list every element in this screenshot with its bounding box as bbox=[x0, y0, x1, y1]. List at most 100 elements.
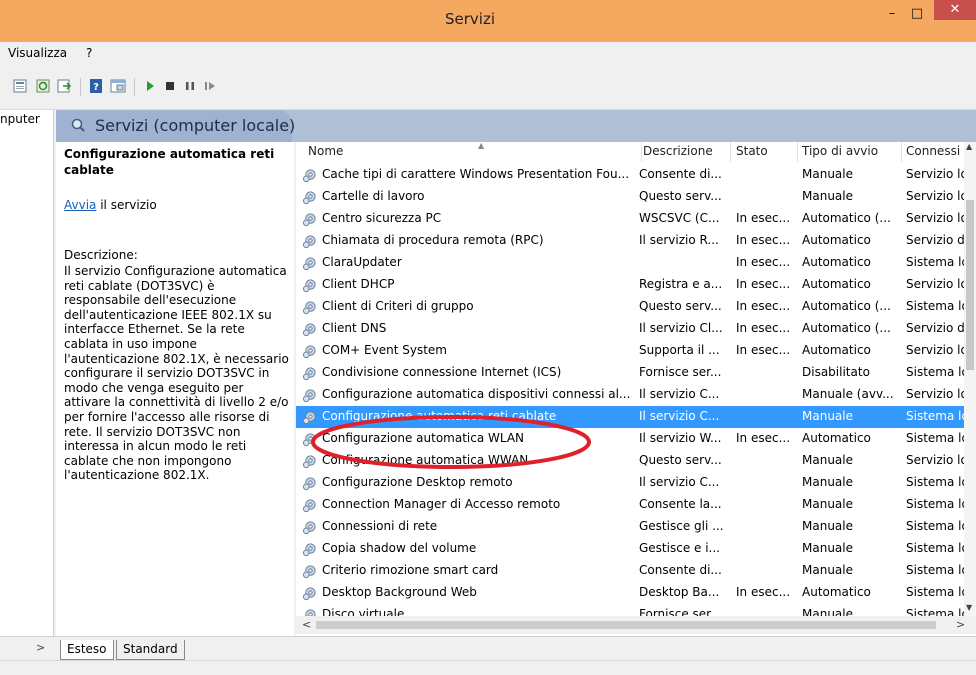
toolbar-separator bbox=[80, 78, 81, 96]
toolbar-separator bbox=[134, 78, 135, 96]
scroll-right-icon[interactable]: > bbox=[956, 618, 965, 631]
close-button[interactable]: ✕ bbox=[934, 0, 976, 20]
description-label: Descrizione: bbox=[64, 248, 138, 262]
service-name: Configurazione automatica WLAN bbox=[322, 431, 525, 445]
column-header-status[interactable]: Stato bbox=[732, 142, 798, 162]
service-description-cell: Questo serv... bbox=[639, 189, 722, 203]
tab-standard[interactable]: Standard bbox=[116, 640, 185, 660]
service-name: Cartelle di lavoro bbox=[322, 189, 425, 203]
menu-help[interactable]: ? bbox=[86, 46, 92, 60]
table-row[interactable]: Configurazione automatica WLAN Il servizi… bbox=[296, 428, 969, 450]
minimize-button[interactable]: – bbox=[880, 4, 904, 24]
service-name: Cache tipi di carattere Windows Presenta… bbox=[322, 167, 630, 181]
service-startup-type: Automatico (... bbox=[802, 211, 891, 225]
table-row[interactable]: Configurazione Desktop remoto Il servizio… bbox=[296, 472, 969, 494]
sort-ascending-icon: ▲ bbox=[478, 141, 485, 150]
service-log-on-as: Servizio lo bbox=[906, 167, 968, 181]
services-table: ▲ Nome Descrizione Stato Tipo di avvio C… bbox=[296, 141, 976, 636]
table-row[interactable]: Client DNS Il servizio Cl... In esec... Aut… bbox=[296, 318, 966, 340]
start-service-icon[interactable] bbox=[142, 78, 158, 94]
console-tree-item[interactable]: nputer bbox=[0, 112, 40, 126]
table-row[interactable]: Chiamata di procedura remota (RPC) Il ser… bbox=[296, 230, 966, 252]
table-row[interactable]: Configurazione automatica reti cablate Il… bbox=[296, 406, 969, 428]
table-row[interactable]: Criterio rimozione smart card Consente di… bbox=[296, 560, 969, 582]
scroll-up-icon[interactable]: ▲ bbox=[966, 142, 972, 151]
table-row[interactable]: Cache tipi di carattere Windows Presenta… bbox=[296, 164, 968, 186]
scroll-down-icon[interactable]: ▼ bbox=[966, 603, 972, 612]
service-description-cell: Consente la... bbox=[639, 497, 722, 511]
table-row[interactable]: Client di Criteri di gruppo Questo serv..… bbox=[296, 296, 969, 318]
table-row[interactable]: Condivisione connessione Internet (ICS) F… bbox=[296, 362, 969, 384]
service-description-cell: WSCSVC (C... bbox=[639, 211, 720, 225]
service-name: Chiamata di procedura remota (RPC) bbox=[322, 233, 544, 247]
service-gear-icon bbox=[302, 279, 316, 293]
service-startup-type: Manuale bbox=[802, 563, 853, 577]
service-gear-icon bbox=[302, 345, 316, 359]
vertical-scroll-thumb[interactable] bbox=[966, 200, 974, 370]
table-row[interactable]: Configurazione automatica dispositivi co… bbox=[296, 384, 968, 406]
console-tree-icon[interactable] bbox=[12, 78, 28, 94]
scroll-left-icon[interactable]: < bbox=[302, 618, 311, 631]
service-gear-icon bbox=[302, 565, 316, 579]
service-name: COM+ Event System bbox=[322, 343, 447, 357]
service-gear-icon bbox=[302, 191, 316, 205]
service-log-on-as: Sistema lo bbox=[906, 255, 969, 269]
maximize-button[interactable]: □ bbox=[904, 4, 930, 24]
column-header-log-on-as[interactable]: Connessi bbox=[902, 142, 966, 162]
tab-scroll-icon[interactable]: > bbox=[36, 641, 45, 654]
menu-visualizza[interactable]: Visualizza bbox=[8, 46, 67, 60]
table-row[interactable]: Client DHCP Registra e a... In esec... Auto… bbox=[296, 274, 968, 296]
service-details-pane: Configurazione automatica reti cablate A… bbox=[56, 142, 294, 636]
service-startup-type: Manuale (avv... bbox=[802, 387, 894, 401]
menu-bar: Visualizza ? bbox=[0, 42, 976, 64]
service-name: Client di Criteri di gruppo bbox=[322, 299, 474, 313]
table-row[interactable]: Centro sicurezza PC WSCSVC (C... In esec..… bbox=[296, 208, 968, 230]
title-bar: Servizi – □ ✕ bbox=[0, 0, 976, 42]
service-startup-type: Automatico (... bbox=[802, 321, 891, 335]
table-row[interactable]: ClaraUpdater In esec... Automatico Sistema … bbox=[296, 252, 969, 274]
service-startup-type: Manuale bbox=[802, 167, 853, 181]
stop-service-icon[interactable] bbox=[162, 78, 178, 94]
refresh-icon[interactable] bbox=[35, 78, 51, 94]
export-list-icon[interactable] bbox=[56, 78, 72, 94]
table-row[interactable]: Configurazione automatica WWAN Questo ser… bbox=[296, 450, 968, 472]
service-gear-icon bbox=[302, 323, 316, 337]
service-name: Client DHCP bbox=[322, 277, 395, 291]
restart-service-icon[interactable] bbox=[202, 78, 218, 94]
service-action-text: il servizio bbox=[96, 198, 157, 212]
service-status: In esec... bbox=[736, 585, 791, 599]
service-log-on-as: Sistema lo bbox=[906, 431, 969, 445]
table-row[interactable]: Cartelle di lavoro Questo serv... Manuale S… bbox=[296, 186, 968, 208]
service-name: Client DNS bbox=[322, 321, 387, 335]
column-header-startup-type[interactable]: Tipo di avvio bbox=[798, 142, 902, 162]
service-log-on-as: Sistema lo bbox=[906, 585, 969, 599]
properties-icon[interactable] bbox=[110, 78, 126, 94]
tab-esteso[interactable]: Esteso bbox=[60, 640, 114, 660]
column-header-description[interactable]: Descrizione bbox=[639, 142, 731, 162]
table-row[interactable]: Connection Manager di Accesso remoto Cons… bbox=[296, 494, 969, 516]
table-row[interactable]: Copia shadow del volume Gestisce e i... Ma… bbox=[296, 538, 969, 560]
service-status: In esec... bbox=[736, 299, 791, 313]
table-row[interactable]: Connessioni di rete Gestisce gli ... Manua… bbox=[296, 516, 969, 538]
horizontal-scroll-thumb[interactable] bbox=[316, 621, 936, 629]
header-title: Servizi (computer locale) bbox=[95, 116, 296, 135]
service-name: Configurazione automatica WWAN bbox=[322, 453, 529, 467]
service-startup-type: Manuale bbox=[802, 409, 853, 423]
service-status: In esec... bbox=[736, 277, 791, 291]
service-status: In esec... bbox=[736, 255, 791, 269]
help-icon[interactable]: ? bbox=[88, 78, 104, 94]
table-row[interactable]: Desktop Background Web Desktop Ba... In es… bbox=[296, 582, 969, 604]
console-tree-pane[interactable]: nputer bbox=[0, 110, 54, 636]
service-description-cell: Desktop Ba... bbox=[639, 585, 720, 599]
service-gear-icon bbox=[302, 433, 316, 447]
service-startup-type: Manuale bbox=[802, 541, 853, 555]
pause-service-icon[interactable] bbox=[182, 78, 198, 94]
column-header-name[interactable]: ▲ Nome bbox=[304, 141, 642, 162]
table-row[interactable]: COM+ Event System Supporta il ... In esec.… bbox=[296, 340, 968, 362]
service-gear-icon bbox=[302, 455, 316, 469]
service-description-cell: Consente di... bbox=[639, 563, 722, 577]
service-action: Avvia il servizio bbox=[64, 198, 157, 212]
start-service-link[interactable]: Avvia bbox=[64, 198, 96, 212]
service-description-cell: Consente di... bbox=[639, 167, 722, 181]
service-startup-type: Manuale bbox=[802, 189, 853, 203]
